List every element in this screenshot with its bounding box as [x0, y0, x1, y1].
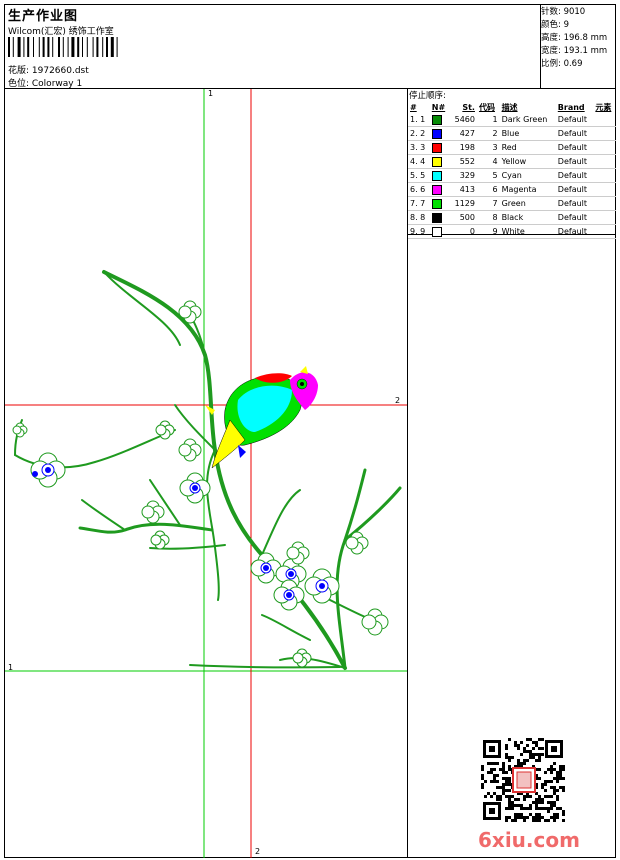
qr-code [481, 738, 565, 822]
axis-label-red-right: 2 [395, 396, 401, 405]
axis-label-red-bottom: 2 [255, 847, 261, 856]
blossom [141, 500, 165, 524]
axis-label-green-top: 1 [208, 89, 214, 98]
axis-label-green-left: 1 [8, 663, 14, 672]
design-canvas [5, 89, 407, 858]
blossoms [12, 300, 389, 668]
bird [205, 366, 318, 469]
branches [14, 270, 402, 670]
blossom [12, 422, 28, 438]
blossom [292, 648, 312, 668]
blossom [178, 438, 202, 462]
blossom [361, 608, 389, 636]
blossom [150, 530, 170, 550]
watermark: 6xiu.com [478, 828, 580, 852]
